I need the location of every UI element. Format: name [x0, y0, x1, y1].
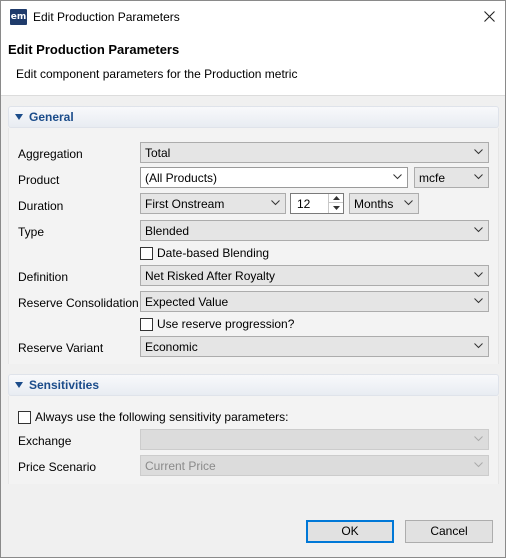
- type-label: Type: [18, 225, 45, 239]
- caret-up-icon: [332, 196, 340, 200]
- always-use-sensitivity-checkbox[interactable]: Always use the following sensitivity par…: [18, 410, 288, 424]
- price-scenario-label: Price Scenario: [18, 460, 97, 474]
- definition-label: Definition: [18, 270, 69, 284]
- chevron-down-icon: [474, 343, 483, 349]
- product-unit-value: mcfe: [419, 171, 446, 185]
- collapse-arrow-icon: [15, 382, 23, 388]
- general-section-header[interactable]: General: [8, 106, 499, 128]
- checkbox-box[interactable]: [140, 317, 153, 331]
- aggregation-select[interactable]: Total: [140, 142, 489, 163]
- duration-unit-select[interactable]: Months: [349, 193, 419, 214]
- definition-value: Net Risked After Royalty: [145, 269, 276, 283]
- definition-select[interactable]: Net Risked After Royalty: [140, 265, 489, 286]
- chevron-down-icon: [474, 298, 483, 304]
- product-combo[interactable]: (All Products): [140, 167, 408, 188]
- title-bar: em Edit Production Parameters: [1, 1, 505, 32]
- duration-select[interactable]: First Onstream: [140, 193, 286, 214]
- exchange-label: Exchange: [18, 434, 72, 448]
- chevron-down-icon: [474, 462, 483, 468]
- spinner-down-button[interactable]: [329, 203, 343, 212]
- date-based-blending-label: Date-based Blending: [157, 246, 270, 260]
- type-select[interactable]: Blended: [140, 220, 489, 241]
- chevron-down-icon: [474, 272, 483, 278]
- duration-number-spinner[interactable]: 12: [290, 193, 344, 214]
- cancel-button[interactable]: Cancel: [405, 520, 493, 543]
- use-reserve-progression-checkbox[interactable]: Use reserve progression?: [140, 317, 294, 331]
- use-reserve-progression-label: Use reserve progression?: [157, 317, 295, 331]
- product-unit-select[interactable]: mcfe: [414, 167, 489, 188]
- general-section-title: General: [29, 110, 74, 124]
- chevron-down-icon: [404, 200, 413, 206]
- header-description: Edit component parameters for the Produc…: [16, 67, 298, 81]
- spinner-up-button[interactable]: [329, 194, 343, 203]
- reserve-consolidation-label: Reserve Consolidation: [18, 296, 139, 310]
- app-logo-icon: em: [10, 9, 27, 25]
- date-based-blending-checkbox[interactable]: Date-based Blending: [140, 246, 269, 260]
- duration-value: First Onstream: [145, 197, 225, 211]
- price-scenario-select[interactable]: Current Price: [140, 455, 489, 476]
- header-title: Edit Production Parameters: [8, 42, 180, 57]
- chevron-down-icon: [393, 174, 402, 180]
- ok-button[interactable]: OK: [306, 520, 394, 543]
- dialog-window: em Edit Production Parameters Edit Produ…: [0, 0, 506, 558]
- always-use-sensitivity-label: Always use the following sensitivity par…: [35, 410, 289, 424]
- caret-down-icon: [332, 205, 340, 210]
- checkbox-box[interactable]: [18, 410, 31, 424]
- exchange-select[interactable]: [140, 429, 489, 450]
- dialog-header: Edit Production Parameters Edit componen…: [1, 32, 505, 96]
- product-label: Product: [18, 173, 60, 187]
- collapse-arrow-icon: [15, 114, 23, 120]
- sensitivities-section-title: Sensitivities: [29, 378, 100, 392]
- close-button[interactable]: [474, 1, 505, 32]
- product-value: (All Products): [145, 171, 218, 185]
- reserve-variant-label: Reserve Variant: [18, 341, 104, 355]
- aggregation-label: Aggregation: [18, 147, 83, 161]
- duration-number-value: 12: [297, 197, 311, 211]
- chevron-down-icon: [474, 436, 483, 442]
- type-value: Blended: [145, 224, 190, 238]
- aggregation-value: Total: [145, 146, 171, 160]
- chevron-down-icon: [474, 174, 483, 180]
- duration-label: Duration: [18, 199, 64, 213]
- sensitivities-section-header[interactable]: Sensitivities: [8, 374, 499, 396]
- chevron-down-icon: [271, 200, 280, 206]
- chevron-down-icon: [474, 227, 483, 233]
- duration-unit-value: Months: [354, 197, 394, 211]
- close-icon: [484, 11, 495, 22]
- reserve-variant-select[interactable]: Economic: [140, 336, 489, 357]
- window-title: Edit Production Parameters: [33, 10, 180, 24]
- reserve-variant-value: Economic: [145, 340, 198, 354]
- reserve-consolidation-select[interactable]: Expected Value: [140, 291, 489, 312]
- reserve-consolidation-value: Expected Value: [145, 295, 229, 309]
- checkbox-box[interactable]: [140, 246, 153, 260]
- chevron-down-icon: [474, 149, 483, 155]
- spinner-buttons: [328, 194, 343, 213]
- price-scenario-value: Current Price: [145, 459, 216, 473]
